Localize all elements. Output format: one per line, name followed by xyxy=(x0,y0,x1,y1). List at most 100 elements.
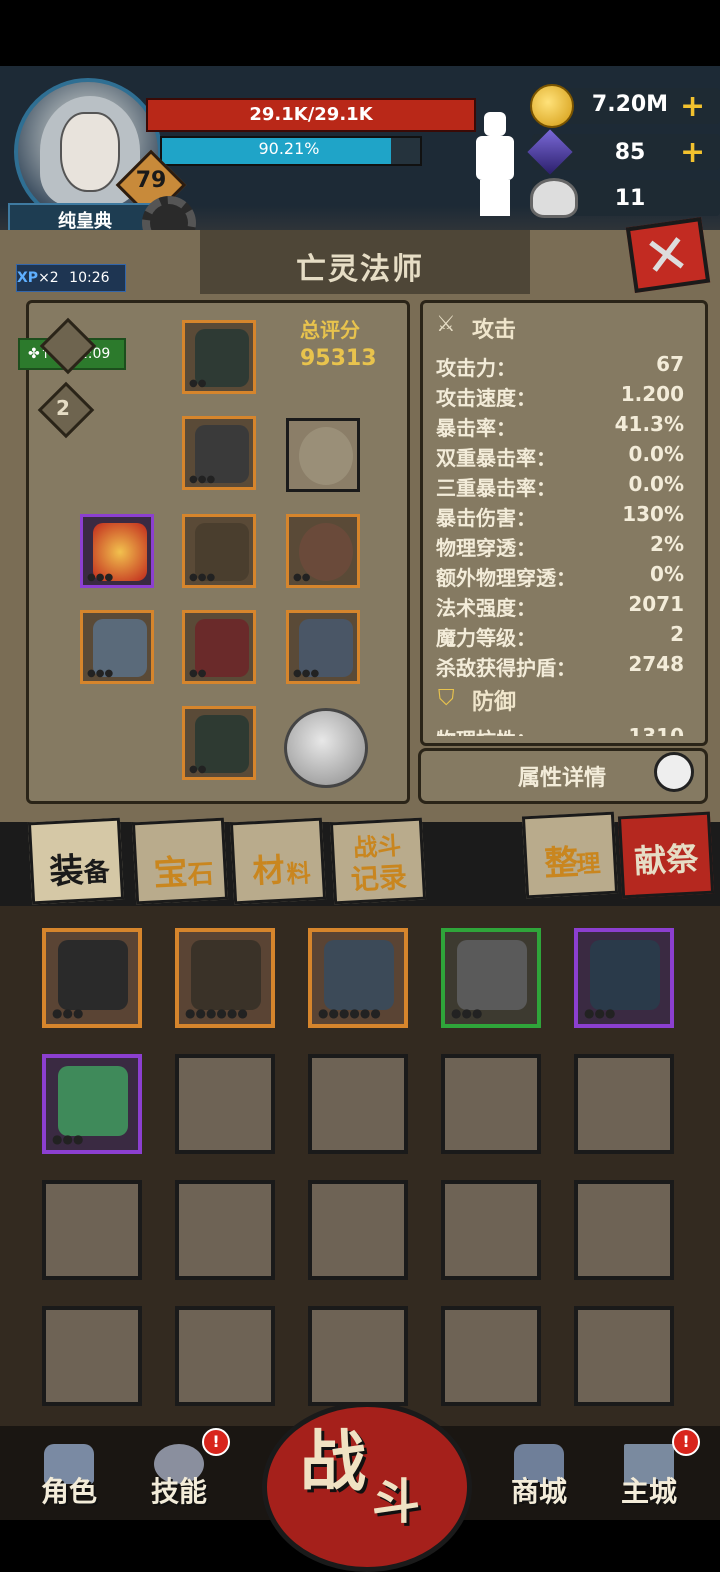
shield-icon: ⛉ xyxy=(438,686,455,711)
nav-skills-label: 技能 xyxy=(150,1475,207,1508)
inv-spellbook[interactable]: ●●● xyxy=(42,1054,142,1154)
upgrade-dots: ●●● xyxy=(189,474,216,485)
inv-empty-slot[interactable] xyxy=(441,1180,541,1280)
attack-section-header: 攻击 xyxy=(472,318,517,343)
inv-empty-slot[interactable] xyxy=(175,1180,275,1280)
city-alert-badge: ! xyxy=(672,1428,700,1456)
stat-value: 2 xyxy=(670,622,684,646)
inv-scythe-dark[interactable]: ●●●●●● xyxy=(175,928,275,1028)
item-icon xyxy=(58,940,128,1010)
upgrade-dots: ●● xyxy=(189,378,207,389)
tab-equipment[interactable]: 装 备 xyxy=(27,817,125,905)
inv-empty-slot[interactable] xyxy=(175,1054,275,1154)
item-icon xyxy=(590,940,660,1010)
inv-bracer[interactable]: ●●● xyxy=(574,928,674,1028)
close-button[interactable]: ✕ xyxy=(625,217,711,293)
upgrade-dots: ●●● xyxy=(52,1006,84,1020)
inv-empty-slot[interactable] xyxy=(308,1180,408,1280)
inv-empty-slot[interactable] xyxy=(42,1180,142,1280)
crossed-swords-icon: ⚔ xyxy=(436,312,456,337)
slot-necklace[interactable]: ●● xyxy=(286,514,360,588)
upgrade-dots: ●●● xyxy=(52,1132,84,1146)
item-icon xyxy=(324,940,394,1010)
nav-shop-label: 商城 xyxy=(510,1475,567,1508)
armor-silhouette-icon[interactable] xyxy=(470,112,520,216)
stat-value: 0.0% xyxy=(628,472,684,496)
stat-label: 物理穿透： xyxy=(436,536,536,560)
stat-label: 魔力等级： xyxy=(436,626,536,650)
inv-scythe-blue[interactable]: ●●●●●● xyxy=(308,928,408,1028)
sort-button[interactable]: 整 理 xyxy=(521,811,619,899)
battle-button[interactable] xyxy=(262,1402,472,1572)
stat-value: 0% xyxy=(650,562,684,586)
stat-label: 攻击力： xyxy=(436,356,516,380)
inv-empty-slot[interactable] xyxy=(42,1306,142,1406)
ram-skull-icon xyxy=(530,178,578,218)
gold-coin-icon xyxy=(530,84,574,128)
item-icon xyxy=(457,940,527,1010)
slot-armor[interactable]: ●●● xyxy=(182,416,256,490)
helmet-shape xyxy=(484,112,506,136)
rune-placeholder-icon xyxy=(299,427,353,485)
silver-seal-icon[interactable] xyxy=(284,708,368,788)
slot-scythe-right[interactable]: ●●● xyxy=(286,610,360,684)
inv-empty-slot[interactable] xyxy=(574,1306,674,1406)
inv-empty-slot[interactable] xyxy=(574,1180,674,1280)
slot-flame-ring[interactable]: ●●● xyxy=(80,514,154,588)
stat-value: 2071 xyxy=(628,592,684,616)
stat-label: 暴击率： xyxy=(436,416,516,440)
upgrade-dots: ●●● xyxy=(189,572,216,583)
inv-helmet[interactable]: ●●● xyxy=(441,928,541,1028)
torso-shape xyxy=(476,136,514,180)
sacrifice-button[interactable]: 献祭 xyxy=(617,811,715,899)
inv-empty-slot[interactable] xyxy=(441,1306,541,1406)
inv-empty-slot[interactable] xyxy=(308,1306,408,1406)
upgrade-dots: ●●●●●● xyxy=(318,1006,381,1020)
slot-scythe-left[interactable]: ●●● xyxy=(80,610,154,684)
inv-empty-slot[interactable] xyxy=(308,1054,408,1154)
nav-role-label: 角色 xyxy=(40,1475,97,1508)
slot-level-value: 2 xyxy=(56,396,70,420)
tab-materials[interactable]: 材 料 xyxy=(229,817,327,905)
xp-boost-multiplier: ×2 xyxy=(38,270,59,286)
slot-shoulder[interactable]: ●●● xyxy=(182,514,256,588)
stat-value: 2% xyxy=(650,532,684,556)
stat-label: 杀敌获得护盾： xyxy=(436,656,576,680)
nav-shop[interactable]: 商城 xyxy=(494,1444,584,1516)
stat-label: 双重暴击率： xyxy=(436,446,556,470)
nav-city-label: 主城 xyxy=(620,1475,677,1508)
xp-boost-label: XP xyxy=(17,270,39,286)
stat-value: 1310 xyxy=(628,724,684,736)
item-icon xyxy=(191,940,261,1010)
total-score-label: 总评分 xyxy=(300,318,360,342)
nav-role[interactable]: 角色 xyxy=(24,1444,114,1516)
inv-empty-slot[interactable] xyxy=(175,1306,275,1406)
xp-percent: 90.21% xyxy=(258,139,320,158)
upgrade-dots: ●● xyxy=(189,668,207,679)
battle-label-b: 斗 xyxy=(372,1474,421,1530)
upgrade-dots: ●●● xyxy=(584,1006,616,1020)
slot-robe[interactable]: ●● xyxy=(182,610,256,684)
tab-gems[interactable]: 宝 石 xyxy=(131,817,229,905)
add-gold-button[interactable]: + xyxy=(680,92,705,122)
slot-boots[interactable]: ●● xyxy=(182,706,256,780)
inv-empty-slot[interactable] xyxy=(441,1054,541,1154)
magnifier-icon[interactable] xyxy=(654,752,694,792)
add-gem-button[interactable]: + xyxy=(680,138,705,168)
attribute-details-label: 属性详情 xyxy=(517,766,606,791)
inv-empty-slot[interactable] xyxy=(574,1054,674,1154)
inv-dark-boots[interactable]: ●●● xyxy=(42,928,142,1028)
defense-section-header: 防御 xyxy=(472,690,517,715)
tab-label-b: 备 xyxy=(82,857,111,889)
gem-amount: 85 xyxy=(614,140,646,165)
action-label-a: 献祭 xyxy=(633,839,700,881)
stat-value: 67 xyxy=(656,352,684,376)
action-label-b: 理 xyxy=(575,849,602,879)
slot-empty-rune[interactable] xyxy=(286,418,360,492)
stat-label: 物理抗性： xyxy=(436,724,536,736)
stat-value: 130% xyxy=(622,502,684,526)
xp-boost-badge[interactable]: XP×2 10:26 xyxy=(16,264,126,292)
player-level: 79 xyxy=(135,168,167,193)
tab-battle-record[interactable]: 战斗 记录 xyxy=(329,817,427,905)
slot-hood[interactable]: ●● xyxy=(182,320,256,394)
